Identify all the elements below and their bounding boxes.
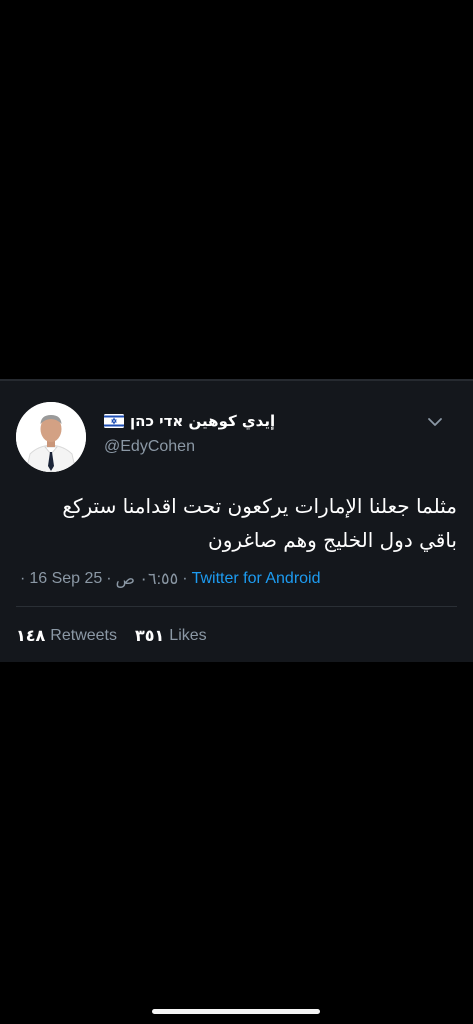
- display-name: إيدي كوهين אדי כהן: [130, 412, 276, 430]
- meta-separator: ·: [20, 570, 26, 587]
- retweets-stat[interactable]: ١٤٨ Retweets: [16, 626, 117, 646]
- likes-count: ٣٥١: [135, 628, 165, 645]
- tweet-text-line: مثلما جعلنا الإمارات يركعون تحت اقدامنا …: [62, 494, 457, 518]
- tweet-meta: · 16 Sep 25 · ٠٦:٥٥ ص · Twitter for Andr…: [16, 569, 321, 589]
- tweet-source-link[interactable]: Twitter for Android: [192, 570, 321, 588]
- retweets-label: Retweets: [50, 627, 117, 644]
- avatar[interactable]: [16, 402, 86, 472]
- meta-separator: ·: [182, 570, 188, 587]
- likes-stat[interactable]: ٣٥١ Likes: [135, 626, 207, 646]
- chevron-down-icon[interactable]: [427, 414, 443, 426]
- retweets-count: ١٤٨: [16, 628, 46, 645]
- tweet-time: ٠٦:٥٥ ص: [115, 571, 179, 588]
- meta-separator: ·: [106, 570, 112, 587]
- tweet-card: إيدي كوهين אדי כהן @EdyCohen مثلما جعلنا…: [0, 379, 473, 662]
- divider: [16, 606, 457, 607]
- tweet-text-line: باقي دول الخليج وهم صاغرون: [208, 528, 457, 552]
- name-row: إيدي كوهين אדי כהן: [104, 411, 404, 431]
- user-handle: @EdyCohen: [104, 438, 195, 455]
- likes-label: Likes: [169, 627, 207, 644]
- home-indicator[interactable]: [152, 1009, 320, 1014]
- tweet-text: مثلما جعلنا الإمارات يركعون تحت اقدامنا …: [17, 489, 457, 557]
- tweet-stats: ١٤٨ Retweets ٣٥١ Likes: [16, 626, 207, 646]
- tweet-author-header[interactable]: إيدي كوهين אדי כהן @EdyCohen: [104, 411, 404, 456]
- israel-flag-icon: [104, 414, 124, 428]
- tweet-date: 16 Sep 25: [29, 570, 103, 587]
